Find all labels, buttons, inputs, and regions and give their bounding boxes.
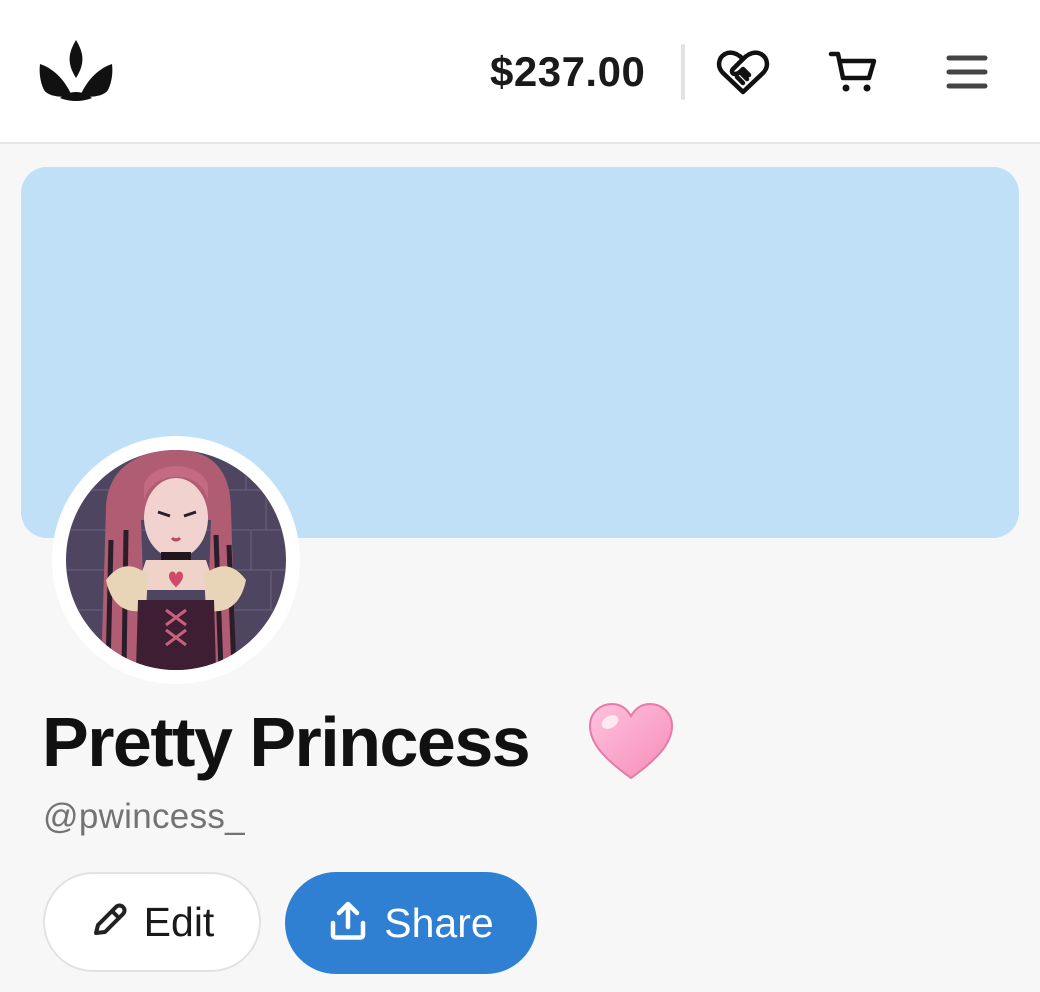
- pink-heart-emoji: [586, 700, 676, 782]
- username-handle: @pwincess_: [43, 797, 245, 836]
- crown-logo-icon[interactable]: [36, 38, 116, 104]
- hamburger-menu-icon[interactable]: [942, 50, 992, 94]
- pencil-icon: [90, 901, 128, 944]
- avatar[interactable]: [66, 450, 286, 670]
- wallet-balance[interactable]: $237.00: [490, 48, 645, 96]
- edit-profile-button[interactable]: Edit: [43, 872, 261, 972]
- top-navigation-bar: $237.00: [0, 0, 1040, 144]
- edit-button-label: Edit: [143, 899, 215, 945]
- cart-icon[interactable]: [826, 48, 880, 98]
- share-upload-icon: [328, 901, 368, 946]
- heart-handshake-icon[interactable]: [714, 48, 772, 98]
- share-profile-button[interactable]: Share: [285, 872, 537, 974]
- display-name: Pretty Princess: [42, 703, 531, 781]
- header-divider: [681, 44, 685, 100]
- share-button-label: Share: [384, 900, 494, 946]
